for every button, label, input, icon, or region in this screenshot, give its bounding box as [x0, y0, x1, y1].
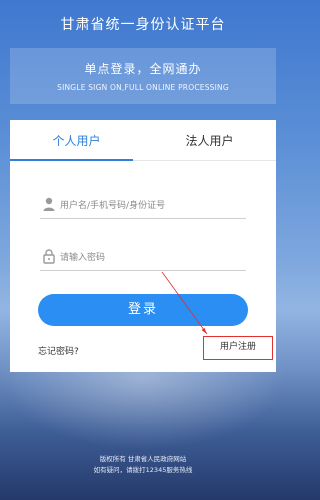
footer-hotline: 如有疑问，请拨打12345服务热线: [93, 466, 193, 474]
app-title: 甘肃省统一身份认证平台: [60, 17, 226, 33]
footer-copyright: 版权所有 甘肃省人民政府网站: [99, 455, 187, 463]
annotation-arrow: [161, 271, 208, 335]
banner-title: 单点登录，全网通办: [84, 62, 202, 76]
banner-subtitle: SINGLE SIGN ON,FULL ONLINE PROCESSING: [57, 83, 229, 92]
register-button[interactable]: 用户注册: [203, 336, 273, 360]
footer: 版权所有 甘肃省人民政府网站 如有疑问，请拨打12345服务热线: [0, 454, 286, 476]
login-card: 个人用户 法人用户 用户名/手机号码/身份证号 请输入密码 登录 忘记密码? 用…: [10, 120, 276, 372]
banner: 单点登录，全网通办 SINGLE SIGN ON,FULL ONLINE PRO…: [10, 48, 276, 104]
